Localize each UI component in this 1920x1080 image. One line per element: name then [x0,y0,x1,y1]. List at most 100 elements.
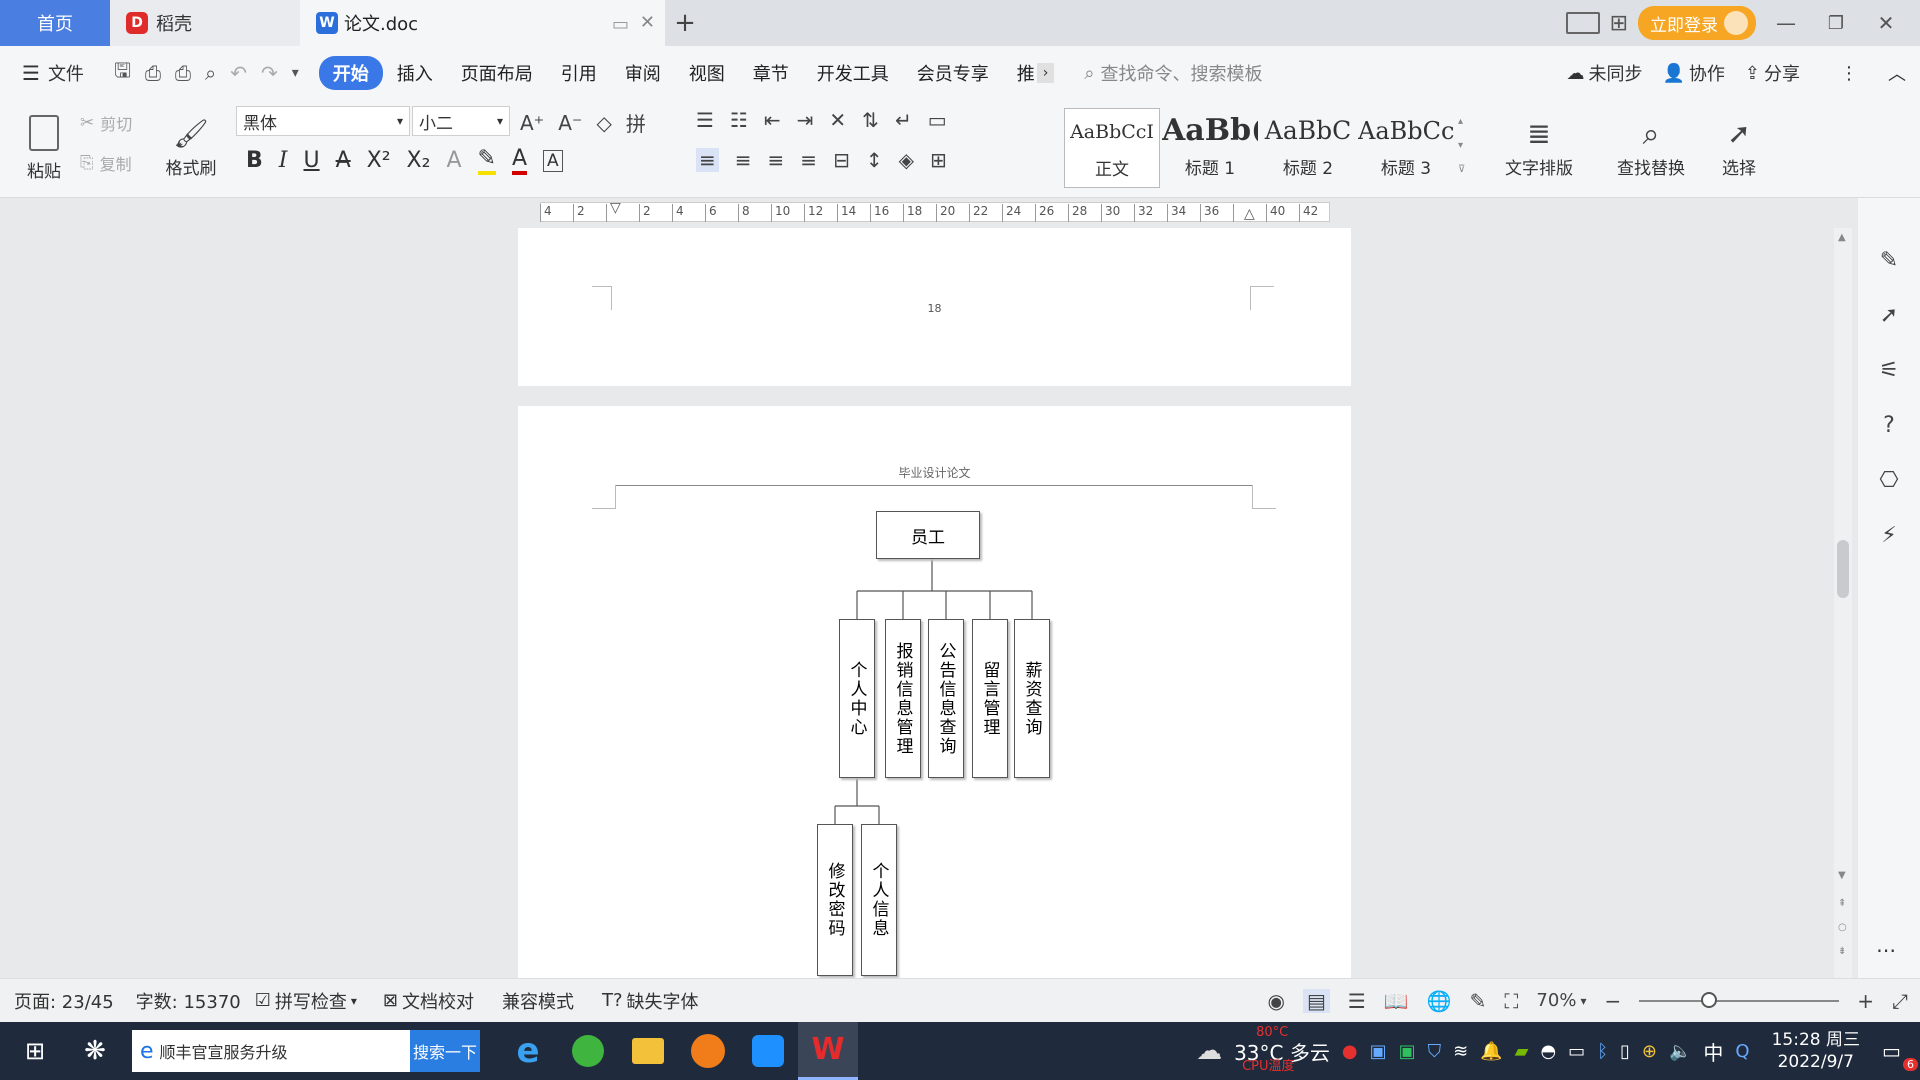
tab-close-icon[interactable]: ✕ [640,12,655,33]
shading-icon[interactable]: ◈ [899,148,914,172]
tray-green-icon[interactable]: ▣ [1399,1041,1416,1062]
action-center[interactable]: ▭ 6 [1882,1039,1918,1071]
menu-tab-developer[interactable]: 开发工具 [803,60,903,86]
scroll-down-icon[interactable]: ▼ [1838,870,1846,881]
tray-plus-icon[interactable]: ⊕ [1642,1041,1657,1062]
redo-icon[interactable]: ↷ [261,61,278,85]
style-heading-1[interactable]: AaBb( 标题 1 [1162,108,1258,188]
bullet-list-icon[interactable]: ☰ [696,108,714,132]
missing-font-button[interactable]: T? 缺失字体 [602,988,699,1014]
clock[interactable]: 15:28 周三 2022/9/7 [1772,1029,1860,1073]
menu-tab-insert[interactable]: 插入 [383,60,447,86]
cut-button[interactable]: ✂ 剪切 [80,110,132,136]
print-preview-icon[interactable]: ⌕ [205,61,216,85]
zoom-slider-thumb[interactable] [1701,991,1718,1008]
select-button[interactable]: ➚ 选择 [1704,106,1774,190]
org-node-message-mgmt[interactable]: 留言管理 [972,619,1008,778]
qq-icon[interactable]: ◓ [1540,1041,1556,1062]
taskbar-search-button[interactable]: 搜索一下 [410,1030,480,1072]
horizontal-ruler[interactable]: 4 2 2 4 6 8 10 12 14 16 18 20 22 24 26 28 30 32 34 36 40 42 ▽… [0,198,1840,228]
reading-view-icon[interactable]: 📖 [1384,989,1409,1013]
format-painter-button[interactable]: 🖌 格式刷 [160,106,222,190]
spell-check-button[interactable]: ☑ 拼写检查 ▾ [255,988,357,1014]
file-menu[interactable]: ☰ 文件 [0,60,100,86]
style-normal[interactable]: AaBbCcI 正文 [1064,108,1160,188]
select-cursor-icon[interactable]: ➚ [1880,303,1898,328]
underline-icon[interactable]: U [303,148,319,173]
tab-wps-docer[interactable]: D 稻壳 [110,0,300,46]
task-view-icon[interactable]: ❋ [70,1036,120,1066]
tray-shield-icon[interactable]: ⛉ [1428,1041,1442,1062]
ie-browser-app[interactable]: e [498,1022,558,1080]
web-view-icon[interactable]: 🌐 [1427,989,1452,1013]
tab-home[interactable]: 首页 [0,0,110,46]
restore-icon[interactable]: ❐ [1816,13,1856,34]
green-browser-app[interactable] [558,1022,618,1080]
zoom-select[interactable]: 70% ▾ [1536,990,1586,1011]
grid-apps-icon[interactable]: ⊞ [1610,11,1628,36]
justify-icon[interactable]: ≡ [800,148,817,172]
menu-tab-view[interactable]: 视图 [675,60,739,86]
tray-app-icon[interactable]: ▣ [1370,1041,1387,1062]
share-button[interactable]: ⇪ 分享 [1745,60,1800,86]
adjust-sliders-icon[interactable]: ⚟ [1879,358,1899,383]
help-icon[interactable]: ? [1883,413,1895,438]
battery-icon[interactable]: ▭ [1568,1041,1585,1062]
document-canvas[interactable]: 18 毕业设计论文 员工 个人中心 报销信息管理 公告信息查询 留言管理 薪资查… [0,228,1835,978]
zoom-slider[interactable] [1639,991,1840,1008]
close-window-icon[interactable]: ✕ [1866,11,1906,35]
align-center-icon[interactable]: ≡ [735,148,752,172]
char-border-icon[interactable]: A [543,149,563,172]
prev-page-icon[interactable]: ⇞ [1838,898,1846,909]
style-heading-2[interactable]: AaBbC 标题 2 [1260,108,1356,188]
superscript-icon[interactable]: X² [367,148,391,173]
menu-tab-review[interactable]: 审阅 [611,60,675,86]
align-right-icon[interactable]: ≡ [768,148,785,172]
line-spacing-icon[interactable]: ↕ [866,148,883,172]
save-icon[interactable]: 🖫 [114,56,131,90]
more-options-icon[interactable]: ⋮ [1840,63,1858,84]
scroll-up-icon[interactable]: ▲ [1838,232,1846,243]
decrease-indent-icon[interactable]: ⇤ [764,108,781,132]
taskbar-search-box[interactable]: e 顺丰官宣服务升级 [132,1030,410,1072]
layout-toggle-icon[interactable] [1565,12,1600,34]
file-explorer-app[interactable] [618,1022,678,1080]
style-heading-3[interactable]: AaBbCc 标题 3 [1358,108,1454,188]
command-search[interactable]: ⌕ 查找命令、搜索模板 [1084,60,1384,86]
undo-icon[interactable]: ↶ [230,61,247,85]
customize-chevron-icon[interactable]: ▾ [292,65,299,81]
edit-pen-icon[interactable]: ✎ [1880,248,1898,273]
sidebar-more-icon[interactable]: ⋯ [1876,938,1896,962]
wifi-icon[interactable]: ≋ [1453,1041,1468,1062]
eye-protect-icon[interactable]: ◉ [1268,989,1285,1013]
blue-app[interactable] [738,1022,798,1080]
usb-icon[interactable]: ▯ [1620,1041,1630,1062]
zoom-in-icon[interactable]: + [1857,989,1874,1013]
menu-tab-home[interactable]: 开始 [318,56,383,90]
scrollbar-thumb[interactable] [1837,540,1849,598]
word-count[interactable]: 字数: 15370 [136,988,241,1014]
bold-icon[interactable]: B [246,148,263,173]
tab-document[interactable]: W 论文.doc ▭ ✕ [300,0,665,46]
copy-button[interactable]: ⎘ 复制 [80,150,132,176]
smart-tools-icon[interactable]: ⚡ [1881,523,1896,548]
print-icon[interactable]: ⎙ [175,61,191,85]
text-effect-icon[interactable]: A [446,148,461,173]
numbered-list-icon[interactable]: ☷ [730,108,748,132]
org-node-change-password[interactable]: 修改密码 [817,824,853,976]
weather-widget[interactable]: 33°C 多云 80°C CPU温度 [1234,1025,1330,1074]
sort-icon[interactable]: ⇅ [862,108,879,132]
font-size-select[interactable]: 小二 ▾ [412,106,510,136]
shrink-font-icon[interactable]: A⁻ [558,111,582,135]
windows-start-icon[interactable]: ⊞ [0,1037,70,1065]
menu-tab-page-layout[interactable]: 页面布局 [447,60,547,86]
text-layout-button[interactable]: ≣ 文字排版 [1494,106,1584,190]
indent-marker-icon[interactable]: ▽ [610,200,621,216]
orange-app[interactable] [678,1022,738,1080]
write-view-icon[interactable]: ✎ [1470,989,1487,1013]
nvidia-icon[interactable]: ▰ [1515,1041,1529,1062]
org-node-personal-center[interactable]: 个人中心 [839,619,875,778]
fit-page-icon[interactable]: ⛶ [1504,989,1518,1013]
outline-view-icon[interactable]: ☰ [1348,989,1366,1013]
find-replace-button[interactable]: ⌕ 查找替换 [1606,106,1696,190]
